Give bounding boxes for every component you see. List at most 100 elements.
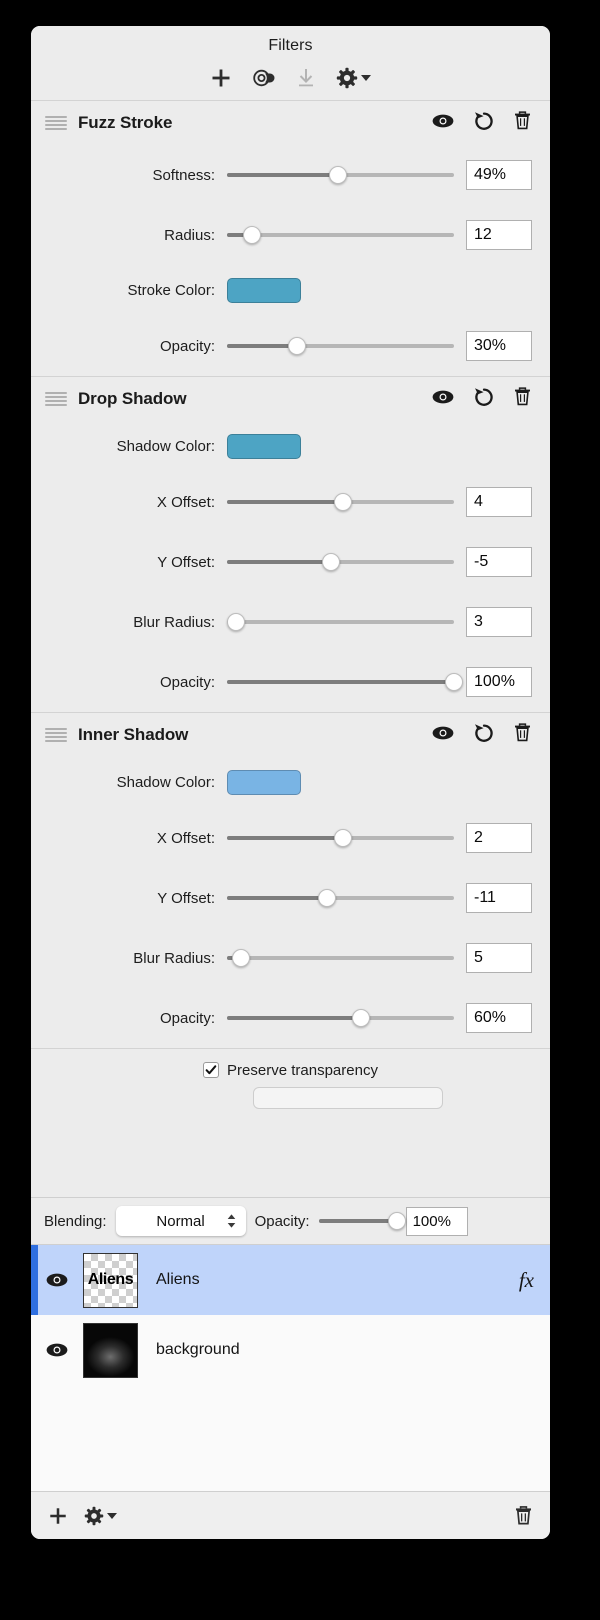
color-swatch[interactable] (227, 434, 301, 459)
reset-icon[interactable] (473, 110, 495, 137)
drag-handle-icon[interactable] (45, 115, 67, 131)
eye-icon[interactable] (431, 724, 455, 747)
eye-icon[interactable] (431, 388, 455, 411)
slider-knob[interactable] (333, 493, 352, 511)
layer-fx-badge[interactable]: fx (519, 1268, 534, 1293)
slider-knob[interactable] (333, 829, 352, 847)
filter-param-row: Shadow Color: (31, 421, 550, 472)
settings-menu-button[interactable] (336, 67, 371, 89)
layer-thumbnail[interactable] (83, 1322, 138, 1378)
layer-settings-menu-button[interactable] (84, 1506, 117, 1526)
layer-visibility-toggle[interactable] (31, 1271, 83, 1289)
filters-panel-window: Filters Fuzz Stroke Softness: 49% Radius… (31, 26, 550, 1539)
chevron-updown-icon (226, 1213, 237, 1229)
param-slider[interactable] (227, 829, 454, 847)
filter-param-row: Stroke Color: (31, 265, 550, 316)
color-swatch[interactable] (227, 770, 301, 795)
preserve-transparency-row[interactable]: Preserve transparency (31, 1049, 550, 1109)
param-label: Y Offset: (157, 553, 215, 571)
filters-scroll-area[interactable]: Fuzz Stroke Softness: 49% Radius: 12 Stroke C… (31, 101, 550, 1197)
download-button[interactable] (296, 67, 316, 88)
add-layer-button[interactable] (48, 1506, 68, 1526)
param-slider[interactable] (227, 166, 454, 184)
filter-section-header: Fuzz Stroke (31, 101, 550, 145)
preserve-transparency-checkbox[interactable] (203, 1062, 220, 1078)
filter-section: Inner Shadow Shadow Color: X Offset: 2 Y Off… (31, 713, 550, 1049)
trash-icon[interactable] (513, 110, 532, 136)
slider-knob[interactable] (242, 226, 261, 244)
param-value-field[interactable]: -11 (466, 883, 532, 913)
eye-icon[interactable] (431, 112, 455, 135)
slider-knob[interactable] (445, 673, 463, 691)
param-value-field[interactable]: 3 (466, 607, 532, 637)
layer-visibility-toggle[interactable] (31, 1341, 83, 1359)
drag-handle-icon[interactable] (45, 391, 67, 407)
slider-knob[interactable] (322, 553, 341, 571)
trash-icon[interactable] (513, 722, 532, 748)
param-slider[interactable] (227, 1009, 454, 1027)
layer-opacity-value[interactable]: 100% (405, 1206, 468, 1236)
param-value-field[interactable]: 60% (466, 1003, 532, 1033)
filter-param-row: Opacity: 60% (31, 988, 550, 1048)
slider-knob[interactable] (351, 1009, 370, 1027)
layer-list[interactable]: Aliens Aliens fx background (31, 1245, 550, 1491)
reset-icon[interactable] (473, 722, 495, 749)
layer-row[interactable]: Aliens Aliens fx (31, 1245, 550, 1315)
slider-knob[interactable] (387, 1212, 406, 1230)
param-slider[interactable] (227, 337, 454, 355)
blending-label: Blending: (44, 1212, 107, 1230)
slider-fill (227, 344, 298, 348)
clipped-button[interactable] (253, 1087, 443, 1109)
add-filter-button[interactable] (210, 67, 232, 89)
layer-thumbnail-label: Aliens (87, 1271, 134, 1288)
layer-name: Aliens (156, 1271, 200, 1288)
trash-icon[interactable] (513, 386, 532, 412)
param-slider[interactable] (227, 553, 454, 571)
param-slider[interactable] (227, 226, 454, 244)
filters-toolbar (31, 55, 550, 101)
chevron-down-icon (107, 1512, 117, 1519)
slider-knob[interactable] (231, 949, 250, 967)
selection-indicator (31, 1245, 38, 1315)
filter-param-row: X Offset: 2 (31, 808, 550, 868)
param-slider[interactable] (227, 889, 454, 907)
reset-icon[interactable] (473, 386, 495, 413)
layer-opacity-slider[interactable] (318, 1212, 406, 1230)
color-swatch[interactable] (227, 278, 301, 303)
slider-fill (227, 836, 343, 840)
param-value-field[interactable]: 5 (466, 943, 532, 973)
filter-param-row: Y Offset: -5 (31, 532, 550, 592)
slider-fill (227, 1016, 361, 1020)
delete-layer-button[interactable] (514, 1505, 533, 1526)
param-slider[interactable] (227, 949, 454, 967)
layer-thumbnail[interactable]: Aliens (83, 1252, 138, 1308)
slider-knob[interactable] (227, 613, 246, 631)
drag-handle-icon[interactable] (45, 727, 67, 743)
param-slider[interactable] (227, 493, 454, 511)
slider-fill (227, 173, 339, 177)
param-value-field[interactable]: 30% (466, 331, 532, 361)
slider-knob[interactable] (288, 337, 307, 355)
param-value-field[interactable]: 12 (466, 220, 532, 250)
page-title: Filters (268, 37, 313, 54)
filter-param-row: Shadow Color: (31, 757, 550, 808)
slider-knob[interactable] (317, 889, 336, 907)
param-slider[interactable] (227, 613, 454, 631)
param-value-field[interactable]: 2 (466, 823, 532, 853)
blending-mode-select[interactable]: Normal (115, 1206, 246, 1236)
filter-param-row: Softness: 49% (31, 145, 550, 205)
param-value-field[interactable]: 4 (466, 487, 532, 517)
layer-row[interactable]: background (31, 1315, 550, 1385)
slider-knob[interactable] (329, 166, 348, 184)
filter-section-title: Fuzz Stroke (78, 113, 173, 132)
param-slider[interactable] (227, 673, 463, 691)
slider-track (227, 956, 454, 960)
param-value-field[interactable]: 49% (466, 160, 532, 190)
filters-header: Filters (31, 26, 550, 101)
filter-param-row: Y Offset: -11 (31, 868, 550, 928)
param-label: Softness: (152, 166, 215, 184)
param-value-field[interactable]: -5 (466, 547, 532, 577)
filter-param-row: Opacity: 30% (31, 316, 550, 376)
param-value-field[interactable]: 100% (466, 667, 532, 697)
preset-disc-button[interactable] (252, 68, 276, 88)
